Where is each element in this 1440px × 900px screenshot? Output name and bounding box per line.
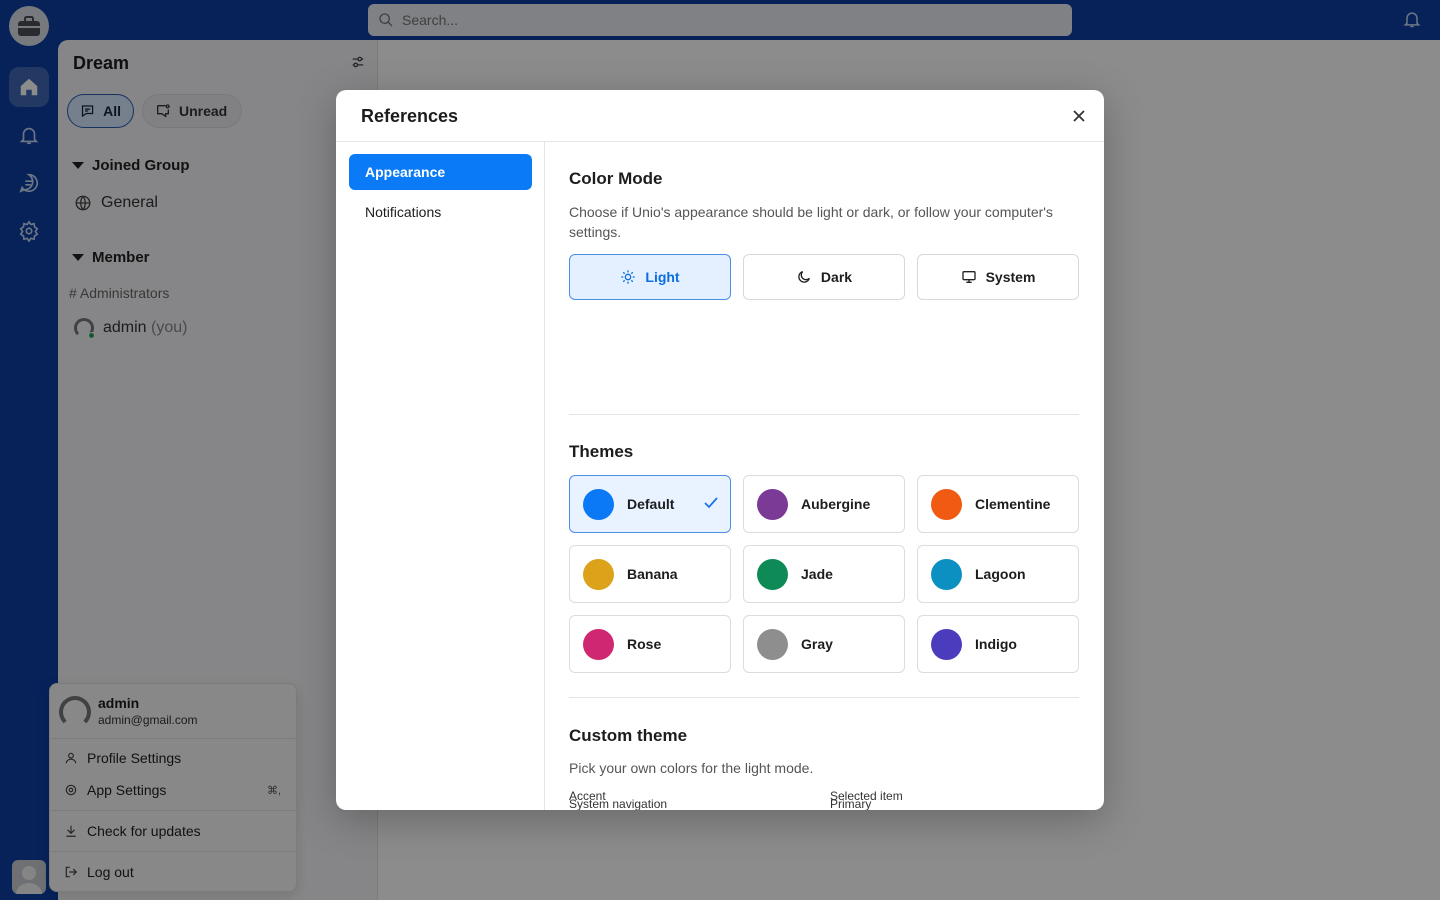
sun-icon <box>621 270 636 284</box>
theme-label: Aubergine <box>801 496 871 512</box>
theme-banana[interactable]: Banana <box>569 545 731 603</box>
theme-swatch <box>583 558 614 590</box>
section-divider <box>569 414 1079 415</box>
theme-label: Rose <box>627 636 662 652</box>
color-mode-title: Color Mode <box>569 169 663 188</box>
theme-label: Indigo <box>975 636 1017 652</box>
close-icon <box>1073 110 1085 122</box>
mode-system-button[interactable]: System <box>917 254 1079 300</box>
theme-label: Banana <box>627 566 678 582</box>
theme-clementine[interactable]: Clementine <box>917 475 1079 533</box>
theme-swatch <box>757 628 788 660</box>
moon-icon <box>798 271 810 283</box>
close-button[interactable] <box>1070 107 1088 125</box>
theme-label: Clementine <box>975 496 1051 512</box>
theme-swatch <box>583 488 614 520</box>
monitor-icon <box>961 271 976 283</box>
theme-label: Default <box>627 496 675 512</box>
mode-light-button[interactable]: Light <box>569 254 731 300</box>
modal-nav: Appearance Notifications <box>336 142 545 810</box>
mode-label: Dark <box>820 269 853 285</box>
theme-aubergine[interactable]: Aubergine <box>743 475 905 533</box>
modal-header: References <box>336 90 1104 142</box>
theme-indigo[interactable]: Indigo <box>917 615 1079 673</box>
accent-label: Accent <box>569 789 606 803</box>
color-mode-description: Choose if Unio's appearance should be li… <box>569 204 1053 240</box>
check-icon <box>704 497 718 509</box>
mode-label: Light <box>645 269 680 285</box>
modal-title: References <box>361 106 459 126</box>
theme-label: Gray <box>801 636 833 652</box>
custom-theme-description: Pick your own colors for the light mode. <box>569 760 814 776</box>
mode-label: System <box>985 269 1036 285</box>
mode-dark-button[interactable]: Dark <box>743 254 905 300</box>
appearance-panel: Color Mode Choose if Unio's appearance s… <box>545 142 1104 810</box>
theme-label: Jade <box>801 566 833 582</box>
selected-item-label: Selected item <box>830 789 903 803</box>
theme-swatch <box>931 488 962 520</box>
theme-swatch <box>931 628 962 660</box>
theme-jade[interactable]: Jade <box>743 545 905 603</box>
theme-default[interactable]: Default <box>569 475 731 533</box>
custom-theme-title: Custom theme <box>569 726 688 745</box>
theme-rose[interactable]: Rose <box>569 615 731 673</box>
themes-title: Themes <box>569 442 634 461</box>
theme-swatch <box>757 488 788 520</box>
nav-item-appearance[interactable]: Appearance <box>349 154 532 190</box>
theme-lagoon[interactable]: Lagoon <box>917 545 1079 603</box>
nav-item-notifications[interactable]: Notifications <box>349 194 532 230</box>
theme-label: Lagoon <box>975 566 1026 582</box>
theme-swatch <box>583 628 614 660</box>
theme-gray[interactable]: Gray <box>743 615 905 673</box>
references-modal: References Appearance Notifications Colo… <box>336 90 1104 810</box>
theme-swatch <box>931 558 962 590</box>
theme-swatch <box>757 558 788 590</box>
section-divider <box>569 697 1079 698</box>
